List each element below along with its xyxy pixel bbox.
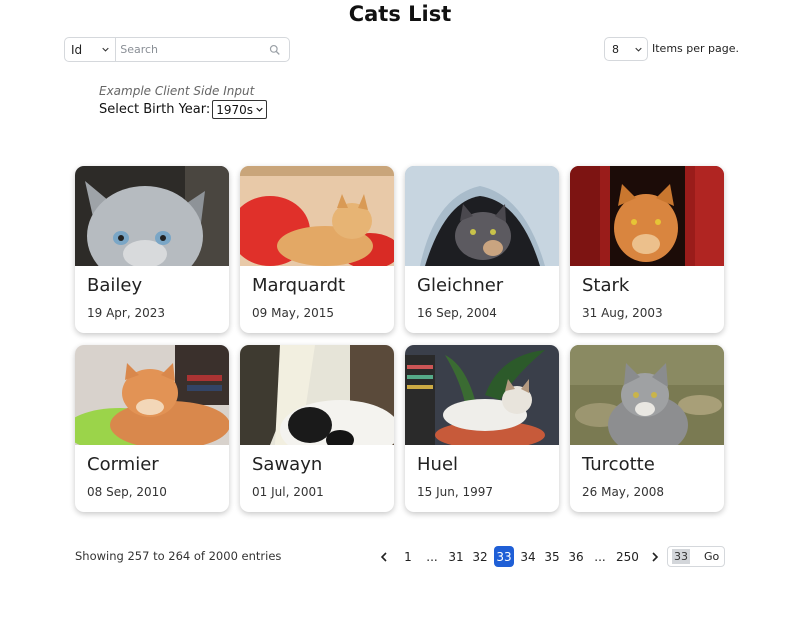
page-button[interactable]: 32	[470, 546, 490, 567]
birth-year-select[interactable]: 1970s	[212, 100, 268, 119]
cat-name: Cormier	[87, 454, 159, 475]
page-button[interactable]: 250	[614, 546, 641, 567]
birth-year-row: Select Birth Year: 1970s	[99, 100, 268, 119]
chevron-down-icon	[635, 47, 642, 52]
cat-birth-date: 01 Jul, 2001	[252, 485, 324, 499]
search-field-value: Id	[71, 42, 83, 57]
chevron-down-icon	[102, 47, 109, 52]
cat-photo	[240, 345, 394, 445]
cat-photo	[240, 166, 394, 266]
cat-card[interactable]: Sawayn 01 Jul, 2001	[240, 345, 394, 512]
items-per-page-label: Items per page.	[652, 42, 740, 55]
cat-photo	[570, 345, 724, 445]
page-button-current[interactable]: 33	[494, 546, 514, 567]
cat-photo	[75, 166, 229, 266]
cat-name: Marquardt	[252, 275, 346, 296]
cat-birth-date: 09 May, 2015	[252, 306, 335, 320]
page-ellipsis: ...	[594, 549, 606, 564]
chevron-down-icon	[256, 107, 263, 112]
cat-card[interactable]: Bailey 19 Apr, 2023	[75, 166, 229, 333]
cat-card[interactable]: Huel 15 Jun, 1997	[405, 345, 559, 512]
goto-page-input[interactable]: 33	[672, 549, 690, 564]
cat-card[interactable]: Stark 31 Aug, 2003	[570, 166, 724, 333]
goto-page-button[interactable]: Go	[704, 550, 719, 563]
search-group: Id	[64, 37, 290, 62]
cat-photo	[405, 166, 559, 266]
cat-birth-date: 26 May, 2008	[582, 485, 665, 499]
goto-page-group: 33 Go	[667, 546, 725, 567]
cat-photo	[570, 166, 724, 266]
page-button[interactable]: 35	[542, 546, 562, 567]
chevron-left-icon	[380, 551, 387, 562]
cat-name: Sawayn	[252, 454, 323, 475]
page-button[interactable]: 31	[446, 546, 466, 567]
prev-page-button[interactable]	[374, 546, 394, 567]
cat-name: Gleichner	[417, 275, 504, 296]
page-ellipsis: ...	[426, 549, 438, 564]
example-input-label: Example Client Side Input	[99, 84, 255, 98]
birth-year-label: Select Birth Year:	[99, 102, 211, 117]
cat-birth-date: 16 Sep, 2004	[417, 306, 497, 320]
cat-birth-date: 15 Jun, 1997	[417, 485, 494, 499]
cat-photo	[75, 345, 229, 445]
items-per-page-select[interactable]: 8	[604, 37, 648, 61]
entries-summary: Showing 257 to 264 of 2000 entries	[75, 549, 282, 563]
cat-birth-date: 19 Apr, 2023	[87, 306, 166, 320]
cat-card[interactable]: Marquardt 09 May, 2015	[240, 166, 394, 333]
page-button[interactable]: 36	[566, 546, 586, 567]
search-input[interactable]	[116, 43, 270, 56]
cat-birth-date: 31 Aug, 2003	[582, 306, 663, 320]
birth-year-value: 1970s	[216, 102, 254, 117]
page-title: Cats List	[348, 2, 452, 26]
cat-card[interactable]: Turcotte 26 May, 2008	[570, 345, 724, 512]
next-page-button[interactable]	[645, 546, 665, 567]
cat-birth-date: 08 Sep, 2010	[87, 485, 167, 499]
pagination: 1 ... 31 32 33 34 35 36 ... 250	[372, 546, 667, 567]
cat-card[interactable]: Gleichner 16 Sep, 2004	[405, 166, 559, 333]
search-icon[interactable]	[269, 44, 281, 56]
cat-name: Bailey	[87, 275, 143, 296]
items-per-page-value: 8	[612, 42, 619, 56]
cat-card[interactable]: Cormier 08 Sep, 2010	[75, 345, 229, 512]
cat-grid: Bailey 19 Apr, 2023 Marquardt 09 May, 20…	[75, 166, 725, 512]
cat-photo	[405, 345, 559, 445]
chevron-right-icon	[652, 551, 659, 562]
page-button[interactable]: 34	[518, 546, 538, 567]
cat-name: Turcotte	[582, 454, 655, 475]
search-field-select[interactable]: Id	[65, 38, 117, 61]
cat-name: Huel	[417, 454, 459, 475]
page-button[interactable]: 1	[398, 546, 418, 567]
cat-name: Stark	[582, 275, 630, 296]
